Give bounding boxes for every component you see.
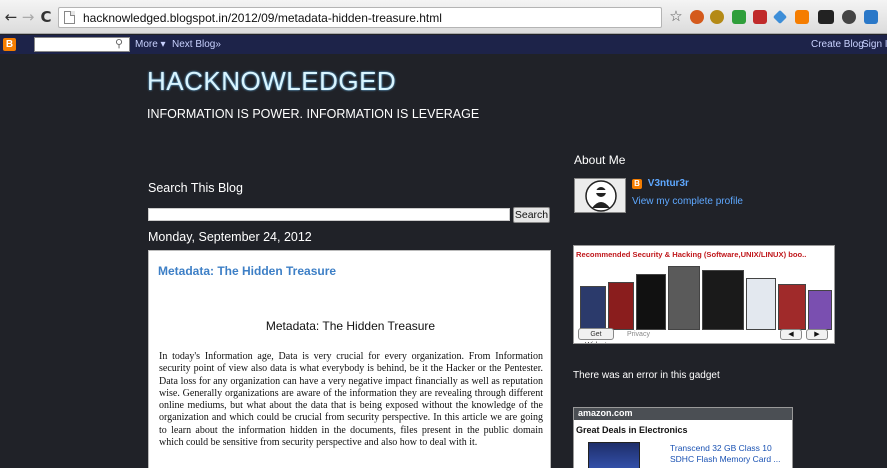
book-cover[interactable] — [746, 278, 776, 330]
more-menu[interactable]: More ▾ — [135, 39, 166, 50]
book-cover[interactable] — [636, 274, 666, 330]
profile-name[interactable]: V3ntur3r — [648, 178, 689, 189]
search-icon[interactable]: ⚲ — [115, 37, 123, 50]
get-widget-button[interactable]: Get Widget — [578, 328, 614, 343]
post-heading: Metadata: The Hidden Treasure — [265, 319, 436, 333]
extension-icon[interactable] — [842, 10, 856, 24]
search-input[interactable] — [148, 208, 510, 221]
extension-icon[interactable] — [818, 10, 834, 24]
amazon-header: amazon.com — [574, 408, 792, 420]
blog-title[interactable]: HACKNOWLEDGED — [147, 66, 396, 97]
extension-icon[interactable] — [732, 10, 746, 24]
post-card: Metadata: The Hidden Treasure Metadata: … — [148, 250, 551, 468]
prev-arrow-icon[interactable]: ◀ — [780, 329, 802, 340]
amazon-deals-title: Great Deals in Electronics — [576, 425, 688, 435]
blogger-navbar: B ⚲ More ▾ Next Blog» Create Blog Sign I — [0, 35, 887, 54]
blogger-icon: B — [632, 178, 642, 189]
star-icon[interactable]: ☆ — [668, 7, 684, 25]
book-cover[interactable] — [778, 284, 806, 330]
avatar[interactable] — [574, 178, 626, 213]
books-widget-title[interactable]: Recommended Security & Hacking (Software… — [576, 250, 832, 259]
amazon-widget: amazon.com Great Deals in Electronics Tr… — [573, 407, 793, 468]
books-widget: Recommended Security & Hacking (Software… — [573, 245, 835, 344]
book-cover[interactable] — [580, 286, 606, 330]
page-icon — [64, 11, 75, 24]
blog-description: INFORMATION IS POWER. INFORMATION IS LEV… — [147, 107, 480, 121]
blogger-logo-icon[interactable]: B — [3, 38, 16, 51]
extension-icon[interactable] — [690, 10, 704, 24]
reload-icon[interactable]: C — [38, 8, 54, 26]
next-arrow-icon[interactable]: ▶ — [806, 329, 828, 340]
url-text: hacknowledged.blogspot.in/2012/09/metada… — [83, 11, 442, 25]
extension-icon[interactable] — [864, 10, 878, 24]
search-heading: Search This Blog — [148, 181, 243, 195]
amazon-logo[interactable]: amazon.com — [578, 408, 633, 418]
extension-icon[interactable] — [753, 10, 767, 24]
next-blog-link[interactable]: Next Blog» — [172, 39, 221, 50]
blogger-extension-icon[interactable] — [795, 10, 809, 24]
about-me-heading: About Me — [574, 153, 626, 167]
book-cover[interactable] — [702, 270, 744, 330]
forward-icon[interactable]: → — [20, 8, 36, 26]
post-title[interactable]: Metadata: The Hidden Treasure — [158, 264, 336, 278]
view-profile-link[interactable]: View my complete profile — [632, 196, 743, 207]
browser-toolbar: ← → C hacknowledged.blogspot.in/2012/09/… — [0, 0, 887, 34]
privacy-link[interactable]: Privacy — [627, 331, 650, 338]
product-image[interactable] — [588, 442, 640, 468]
back-icon[interactable]: ← — [3, 8, 19, 26]
search-button[interactable]: Search — [513, 207, 550, 223]
sign-in-link[interactable]: Sign I — [862, 39, 887, 50]
post-body: In today's Information age, Data is very… — [159, 351, 543, 449]
gadget-error-message: There was an error in this gadget — [573, 370, 720, 381]
book-cover[interactable] — [668, 266, 700, 330]
book-cover[interactable] — [608, 282, 634, 330]
post-date: Monday, September 24, 2012 — [148, 230, 312, 244]
create-blog-link[interactable]: Create Blog — [811, 39, 864, 50]
product-link[interactable]: Transcend 32 GB Class 10 SDHC Flash Memo… — [670, 443, 790, 465]
book-cover[interactable] — [808, 290, 832, 330]
extension-icon[interactable] — [772, 9, 788, 25]
profile-name-row: B V3ntur3r — [632, 178, 689, 190]
address-bar[interactable]: hacknowledged.blogspot.in/2012/09/metada… — [58, 7, 662, 28]
extension-icon[interactable] — [710, 10, 724, 24]
